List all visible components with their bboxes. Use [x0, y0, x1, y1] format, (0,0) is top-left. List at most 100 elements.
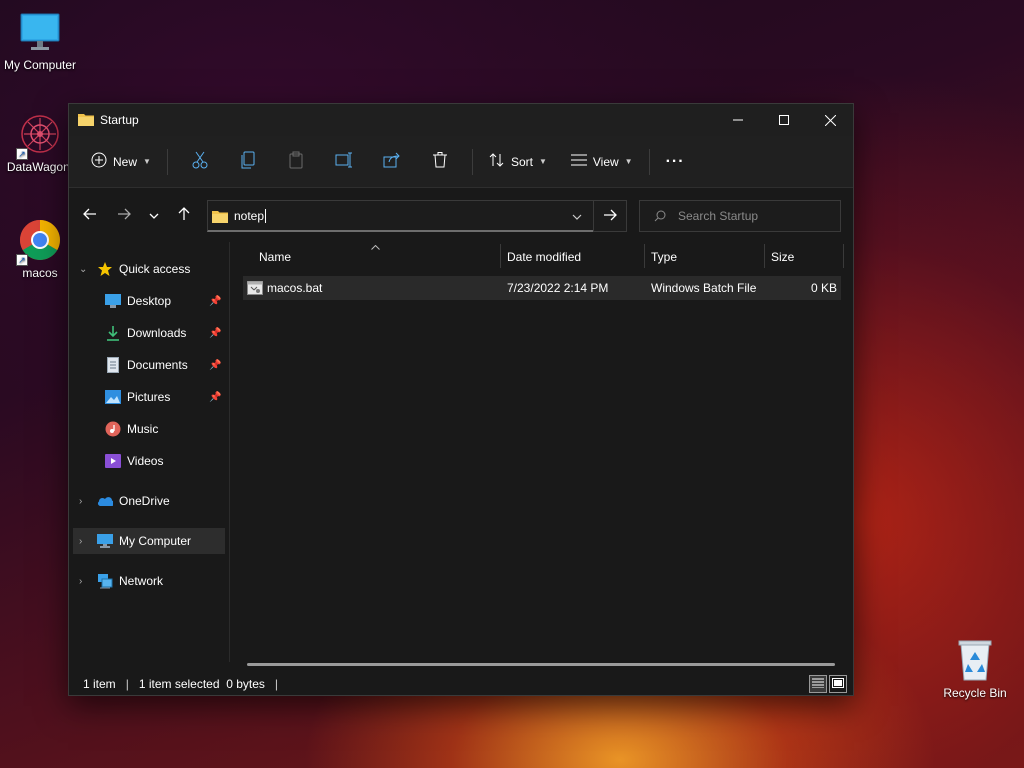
share-button[interactable]	[368, 152, 416, 171]
sort-label: Sort	[510, 154, 533, 169]
copy-button[interactable]	[224, 151, 272, 172]
delete-button[interactable]	[416, 152, 464, 171]
back-button[interactable]	[75, 208, 105, 223]
sidebar-item-videos[interactable]: Videos	[105, 448, 229, 474]
sort-button[interactable]: Sort ▼	[481, 145, 555, 179]
address-dropdown-button[interactable]	[561, 200, 593, 232]
toolbar-divider	[648, 148, 650, 175]
sidebar-item-onedrive[interactable]: OneDrive	[97, 488, 170, 514]
datawagon-icon: ↗	[16, 112, 62, 160]
desktop-icon-my-computer[interactable]: My Computer	[0, 10, 80, 72]
desktop-icon-label: Recycle Bin	[943, 686, 1007, 700]
star-icon	[97, 261, 113, 277]
title-bar[interactable]: Startup	[69, 104, 853, 136]
forward-button[interactable]	[109, 208, 139, 223]
chevron-right-icon[interactable]: ›	[79, 496, 82, 507]
file-row[interactable]: macos.bat 7/23/2022 2:14 PM Windows Batc…	[243, 276, 841, 300]
toolbar-divider	[471, 148, 473, 175]
command-bar: New ▼ Sort ▼ View ▼ ···	[69, 136, 853, 188]
folder-icon	[78, 112, 94, 129]
view-button[interactable]: View ▼	[563, 145, 641, 179]
pin-icon[interactable]: 📌	[209, 392, 221, 403]
text-caret	[265, 208, 267, 223]
minimize-button[interactable]	[715, 104, 761, 136]
chevron-down-icon: ▼	[538, 157, 547, 166]
column-divider[interactable]	[644, 244, 645, 268]
sidebar-item-label: Documents	[127, 358, 188, 372]
column-header-date-modified[interactable]: Date modified	[507, 242, 581, 272]
search-input[interactable]: Search Startup	[639, 200, 841, 232]
sidebar-item-label: Downloads	[127, 326, 187, 340]
sort-icon	[489, 152, 505, 171]
maximize-button[interactable]	[761, 104, 807, 136]
sidebar-item-desktop[interactable]: Desktop 📌	[105, 288, 229, 314]
column-divider[interactable]	[764, 244, 765, 268]
cut-button[interactable]	[176, 151, 224, 172]
new-button[interactable]: New ▼	[83, 145, 159, 179]
details-view-icon	[812, 677, 824, 691]
scissors-icon	[192, 151, 208, 172]
folder-icon	[212, 209, 228, 223]
chevron-down-icon[interactable]: ⌄	[79, 264, 87, 275]
pin-icon[interactable]: 📌	[209, 328, 221, 339]
search-icon	[654, 210, 666, 222]
pane-divider[interactable]	[229, 242, 230, 662]
selection-info: 1 item selected 0 bytes	[138, 677, 265, 691]
column-header-type[interactable]: Type	[651, 242, 677, 272]
plus-circle-icon	[91, 152, 107, 171]
column-header-name[interactable]: Name	[259, 242, 291, 272]
videos-icon	[105, 453, 121, 469]
status-bar: 1 item | 1 item selected 0 bytes |	[69, 672, 853, 696]
sidebar-item-pictures[interactable]: Pictures 📌	[105, 384, 229, 410]
up-button[interactable]	[169, 206, 199, 224]
monitor-icon	[18, 10, 62, 54]
close-button[interactable]	[807, 104, 853, 136]
copy-icon	[241, 151, 255, 172]
pin-icon[interactable]: 📌	[209, 296, 221, 307]
chevron-down-icon	[149, 208, 159, 222]
desktop-icon-label: My Computer	[3, 58, 77, 72]
sidebar-item-music[interactable]: Music	[105, 416, 229, 442]
sidebar-item-quick-access[interactable]: Quick access	[97, 256, 190, 282]
arrow-right-icon	[603, 209, 617, 224]
rename-button[interactable]	[320, 152, 368, 171]
file-size: 0 KB	[810, 281, 837, 295]
navigation-pane: Quick access ⌄ Desktop 📌 Downloads 📌 Doc…	[69, 242, 229, 662]
sidebar-item-downloads[interactable]: Downloads 📌	[105, 320, 229, 346]
pin-icon[interactable]: 📌	[209, 360, 221, 371]
paste-button[interactable]	[272, 151, 320, 172]
desktop-icon	[105, 293, 121, 309]
sidebar-item-label: Quick access	[119, 262, 191, 276]
chrome-icon: ↗	[16, 218, 62, 266]
chevron-right-icon[interactable]: ›	[79, 536, 82, 547]
sidebar-item-documents[interactable]: Documents 📌	[105, 352, 229, 378]
large-icons-view-button[interactable]	[829, 675, 847, 693]
column-divider[interactable]	[843, 244, 844, 268]
details-view-button[interactable]	[809, 675, 827, 693]
file-name: macos.bat	[267, 281, 323, 295]
file-list: Name Date modified Type Size macos.bat 7…	[243, 242, 845, 672]
sort-up-icon	[371, 242, 380, 252]
column-header-label: Type	[651, 250, 678, 264]
column-header-label: Size	[771, 250, 795, 264]
document-icon	[105, 357, 121, 373]
column-header-label: Name	[259, 250, 292, 264]
horizontal-scrollbar[interactable]	[247, 663, 835, 666]
status-divider: |	[274, 677, 279, 691]
column-header-label: Date modified	[507, 250, 582, 264]
sidebar-item-network[interactable]: Network	[97, 568, 163, 594]
recent-locations-button[interactable]	[139, 208, 169, 222]
sidebar-item-my-computer[interactable]: My Computer	[73, 528, 225, 554]
view-label: View	[592, 154, 619, 169]
more-options-button[interactable]: ···	[658, 145, 693, 179]
sidebar-item-label: Pictures	[127, 390, 171, 404]
column-divider[interactable]	[500, 244, 501, 268]
new-label: New	[113, 154, 138, 169]
column-header-size[interactable]: Size	[771, 242, 794, 272]
go-button[interactable]	[593, 200, 627, 232]
toolbar-divider	[166, 148, 168, 175]
batch-file-icon	[247, 280, 263, 299]
desktop-icon-recycle-bin[interactable]: Recycle Bin	[935, 638, 1015, 700]
chevron-right-icon[interactable]: ›	[79, 576, 82, 587]
clipboard-icon	[289, 151, 303, 172]
